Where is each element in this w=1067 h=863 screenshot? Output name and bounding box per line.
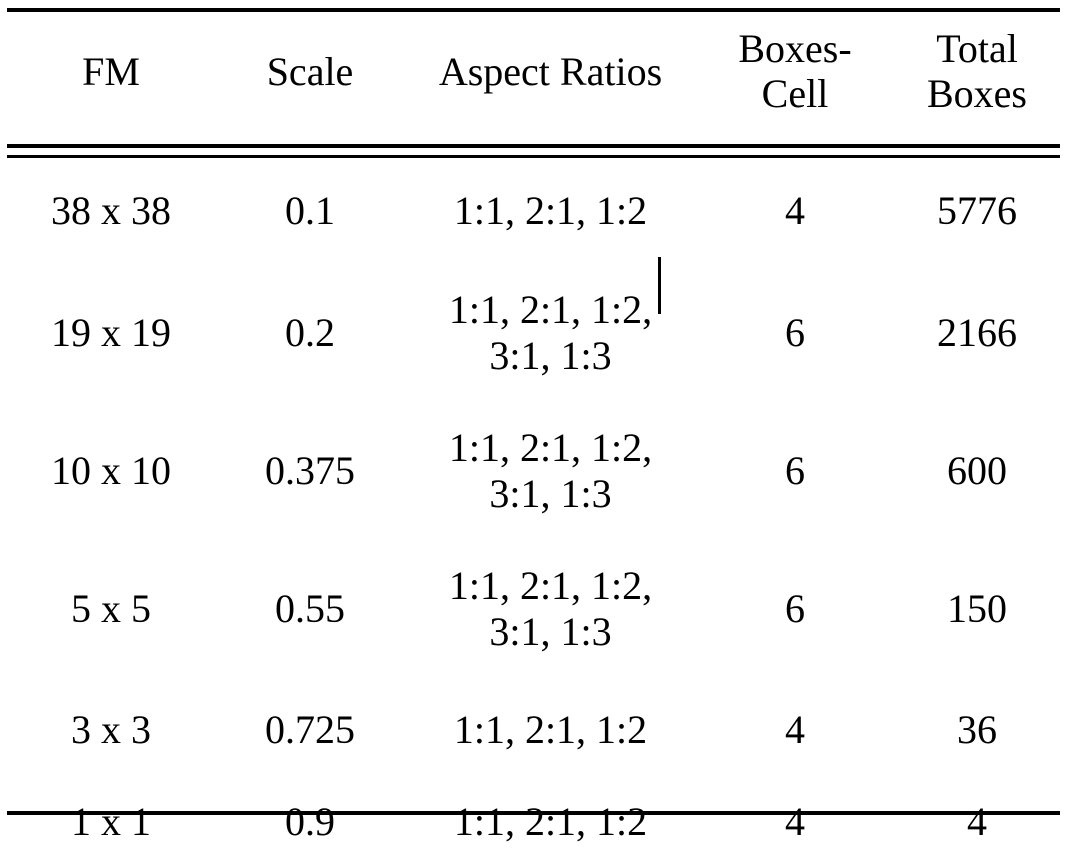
aspect-ratios-line2: 3:1, 1:3 xyxy=(489,471,612,516)
aspect-ratios-line1-wrap: 1:1, 2:1, 1:2, xyxy=(398,257,703,333)
cell-scale: 0.725 xyxy=(265,706,355,752)
table-row: 3 x 3 0.725 1:1, 2:1, 1:2 4 36 xyxy=(0,678,1067,781)
table-row: 1 x 1 0.9 1:1, 2:1, 1:2 4 4 xyxy=(0,781,1067,863)
cell-aspect-ratios: 1:1, 2:1, 1:2, 3:1, 1:3 xyxy=(398,402,703,540)
cell-boxes-cell: 6 xyxy=(785,448,805,494)
column-header-aspect-ratios-label: Aspect Ratios xyxy=(438,48,663,94)
cell-boxes-cell: 6 xyxy=(785,586,805,632)
cell-fm: 1 x 1 xyxy=(71,799,151,845)
cell-fm: 19 x 19 xyxy=(51,310,171,356)
aspect-ratios-line1: 1:1, 2:1, 1:2, xyxy=(448,287,653,332)
cell-aspect-ratios[interactable]: 1:1, 2:1, 1:2, 3:1, 1:3 xyxy=(398,257,703,402)
cell-total-boxes: 36 xyxy=(957,706,997,752)
aspect-ratios-line1-host: 1:1, 2:1, 1:2, xyxy=(448,257,662,333)
cell-aspect-ratios: 1:1, 2:1, 1:2 xyxy=(398,144,703,264)
column-header-boxes-cell-label-line1: Boxes- xyxy=(738,26,852,72)
aspect-ratios-line1: 1:1, 2:1, 1:2, xyxy=(448,563,653,608)
feature-map-default-boxes-table: FM Scale Aspect Ratios Boxes- Cell Total… xyxy=(0,0,1067,844)
column-header-scale-label: Scale xyxy=(266,48,354,94)
cell-scale: 0.375 xyxy=(265,448,355,494)
column-header-boxes-cell: Boxes- Cell xyxy=(703,0,887,144)
spec-table: FM Scale Aspect Ratios Boxes- Cell Total… xyxy=(0,0,1067,863)
column-header-fm-label: FM xyxy=(82,48,140,94)
table-row: 38 x 38 0.1 1:1, 2:1, 1:2 4 5776 xyxy=(0,144,1067,264)
table-row: 5 x 5 0.55 1:1, 2:1, 1:2, 3:1, 1:3 6 150 xyxy=(0,540,1067,678)
cell-total-boxes: 4 xyxy=(967,799,987,845)
cell-total-boxes: 600 xyxy=(947,448,1007,494)
aspect-ratios-line1: 1:1, 2:1, 1:2 xyxy=(453,188,648,233)
column-header-aspect-ratios: Aspect Ratios xyxy=(398,0,703,144)
column-header-total-boxes: Total Boxes xyxy=(887,0,1067,144)
cell-aspect-ratios: 1:1, 2:1, 1:2, 3:1, 1:3 xyxy=(398,540,703,678)
cell-boxes-cell: 4 xyxy=(785,799,805,845)
header-row: FM Scale Aspect Ratios Boxes- Cell Total… xyxy=(0,0,1067,144)
aspect-ratios-line2: 3:1, 1:3 xyxy=(489,333,612,378)
column-header-total-boxes-label-line2: Boxes xyxy=(927,71,1027,116)
cell-fm: 38 x 38 xyxy=(51,188,171,234)
cell-scale: 0.9 xyxy=(285,799,335,845)
text-cursor-caret xyxy=(658,257,662,314)
cell-scale: 0.55 xyxy=(275,586,345,632)
cell-scale: 0.2 xyxy=(285,310,335,356)
cell-fm: 3 x 3 xyxy=(71,706,151,752)
column-header-boxes-cell-label-line2: Cell xyxy=(761,71,829,116)
cell-boxes-cell: 6 xyxy=(785,310,805,356)
cell-fm: 10 x 10 xyxy=(51,448,171,494)
aspect-ratios-line1: 1:1, 2:1, 1:2, xyxy=(448,425,653,470)
column-header-scale: Scale xyxy=(222,0,398,144)
aspect-ratios-line1: 1:1, 2:1, 1:2 xyxy=(453,799,648,844)
cell-total-boxes: 150 xyxy=(947,586,1007,632)
aspect-ratios-line1: 1:1, 2:1, 1:2 xyxy=(453,706,648,752)
cell-aspect-ratios: 1:1, 2:1, 1:2 xyxy=(398,678,703,781)
cell-scale: 0.1 xyxy=(285,188,335,234)
cell-total-boxes: 2166 xyxy=(937,310,1017,356)
cell-boxes-cell: 4 xyxy=(785,188,805,234)
cell-total-boxes: 5776 xyxy=(937,188,1017,234)
column-header-total-boxes-label-line1: Total xyxy=(936,26,1018,72)
aspect-ratios-line2: 3:1, 1:3 xyxy=(489,609,612,654)
cell-fm: 5 x 5 xyxy=(71,586,151,632)
table-row: 19 x 19 0.2 1:1, 2:1, 1:2, 3:1, 1:3 6 21… xyxy=(0,257,1067,402)
cell-aspect-ratios: 1:1, 2:1, 1:2 xyxy=(398,781,703,863)
column-header-fm: FM xyxy=(0,0,222,144)
cell-boxes-cell: 4 xyxy=(785,706,805,752)
table-body: 38 x 38 0.1 1:1, 2:1, 1:2 4 5776 19 x 19… xyxy=(0,144,1067,863)
table-header: FM Scale Aspect Ratios Boxes- Cell Total… xyxy=(0,0,1067,144)
table-row: 10 x 10 0.375 1:1, 2:1, 1:2, 3:1, 1:3 6 … xyxy=(0,402,1067,540)
